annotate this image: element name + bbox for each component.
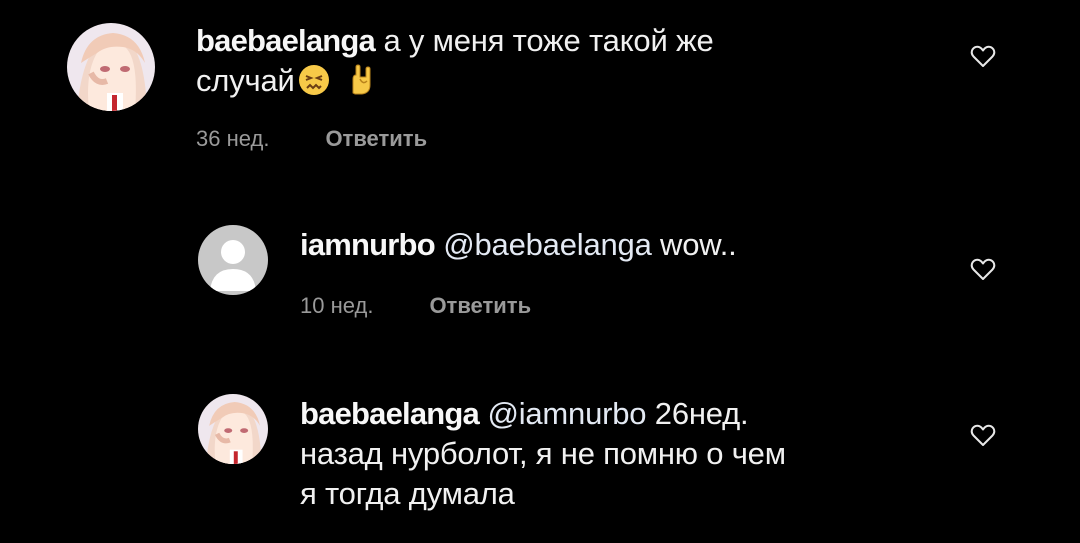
comment-body: 26нед. (654, 396, 749, 431)
avatar[interactable] (198, 225, 268, 295)
sign-of-horns-emoji-icon (345, 63, 379, 97)
anime-girl-avatar-icon (198, 394, 268, 464)
like-button[interactable] (970, 45, 996, 69)
avatar[interactable] (198, 394, 268, 464)
comment-body-continued: случай (196, 63, 295, 98)
comment-body: wow.. (660, 227, 737, 262)
comment-text: iamnurbo @baebaelanga wow.. (300, 225, 940, 265)
reply-button[interactable]: Ответить (429, 293, 531, 319)
reply-button[interactable]: Ответить (325, 126, 427, 152)
anime-girl-avatar-icon (67, 23, 155, 111)
like-button[interactable] (970, 258, 996, 282)
comment-text: baebaelanga а у меня тоже такой же случа… (196, 21, 916, 101)
heart-outline-icon (970, 45, 996, 67)
mention-link[interactable]: @iamnurbo (487, 396, 646, 431)
comment-body-continued: я тогда думала (300, 476, 515, 511)
comment-text: baebaelanga @iamnurbo 26нед. назад нурбо… (300, 394, 940, 514)
timestamp: 36 нед. (196, 126, 270, 151)
default-profile-avatar-icon (198, 225, 268, 295)
heart-outline-icon (970, 258, 996, 280)
heart-outline-icon (970, 424, 996, 446)
username[interactable]: iamnurbo (300, 227, 436, 262)
confounded-face-emoji-icon (297, 63, 331, 97)
username[interactable]: baebaelanga (196, 23, 376, 58)
comment-body: а у меня тоже такой же (383, 23, 714, 58)
avatar[interactable] (67, 23, 155, 111)
timestamp: 10 нед. (300, 293, 374, 318)
comment-meta: 10 нед. Ответить (300, 293, 531, 319)
mention-link[interactable]: @baebaelanga (443, 227, 652, 262)
username[interactable]: baebaelanga (300, 396, 480, 431)
comment-body-continued: назад нурболот, я не помню о чем (300, 436, 786, 471)
like-button[interactable] (970, 424, 996, 448)
comment-meta: 36 нед. Ответить (196, 126, 427, 152)
